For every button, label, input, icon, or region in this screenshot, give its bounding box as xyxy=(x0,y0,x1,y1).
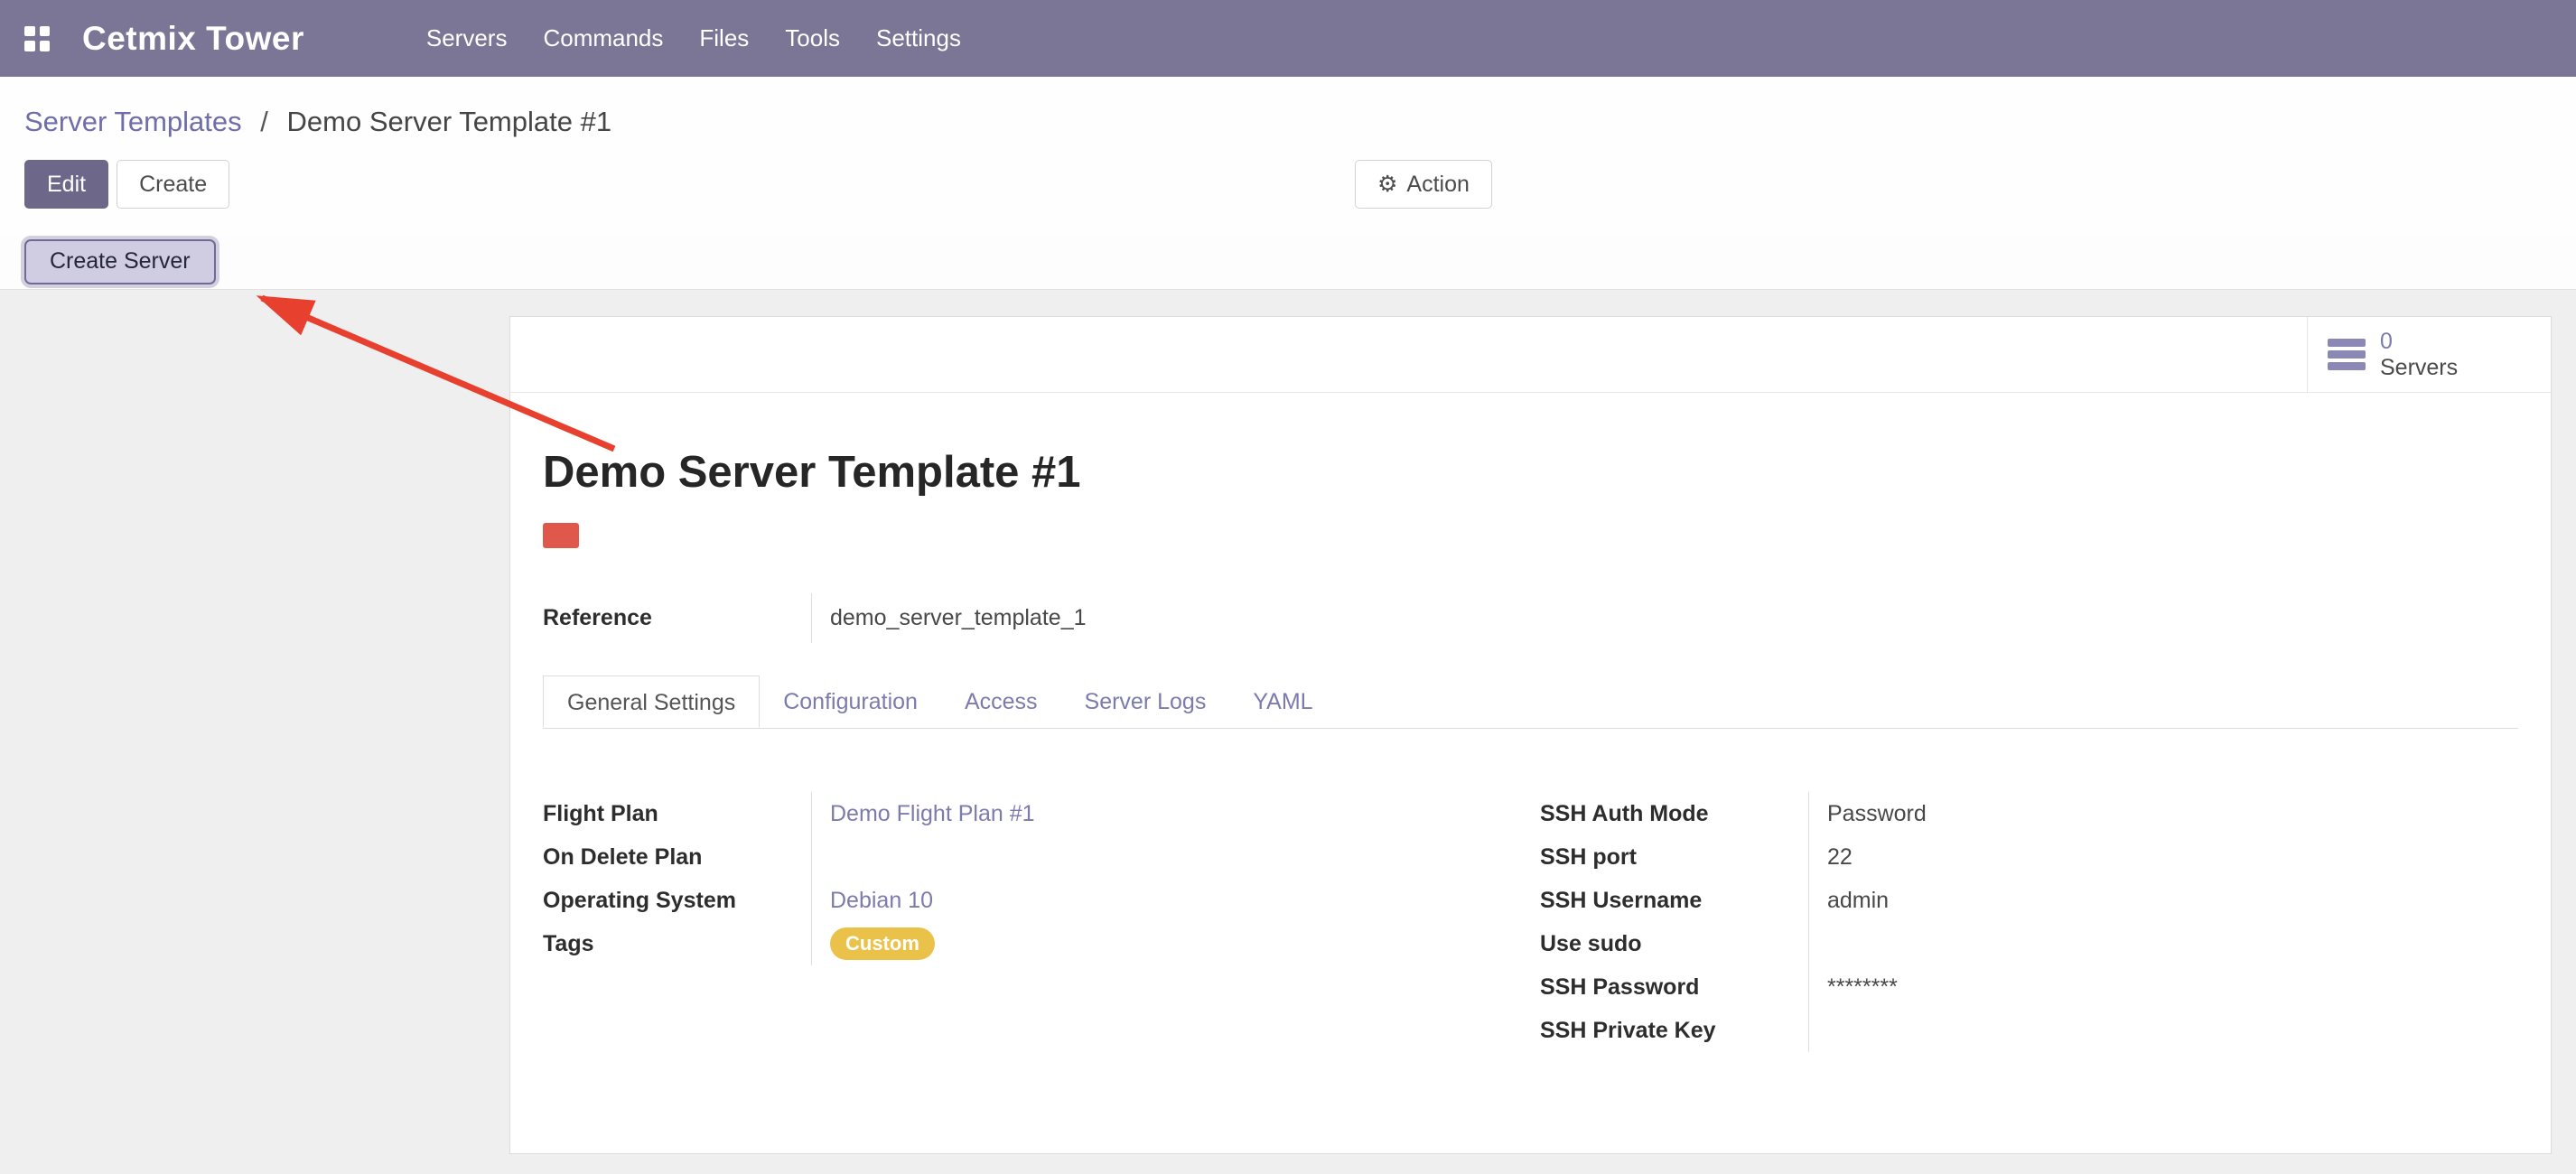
button-row: Edit Create ⚙ Action xyxy=(0,160,2576,209)
notebook-tabs: General Settings Configuration Access Se… xyxy=(543,676,2518,729)
form-sheet: Demo Server Template #1 Reference demo_s… xyxy=(510,447,2551,1052)
ssh-private-key-value[interactable] xyxy=(1808,1009,2518,1052)
control-panel: Server Templates / Demo Server Template … xyxy=(0,77,2576,234)
field-operating-system: Operating System Debian 10 xyxy=(543,879,1504,922)
tab-server-logs[interactable]: Server Logs xyxy=(1061,676,1230,728)
field-label: SSH Private Key xyxy=(1540,1009,1808,1052)
servers-icon xyxy=(2328,339,2366,370)
tab-configuration[interactable]: Configuration xyxy=(760,676,941,728)
form-group-left: Flight Plan Demo Flight Plan #1 On Delet… xyxy=(543,792,1504,1052)
nav-item-commands[interactable]: Commands xyxy=(525,0,681,77)
field-label: Flight Plan xyxy=(543,792,811,835)
field-use-sudo: Use sudo xyxy=(1540,922,2518,965)
reference-row: Reference demo_server_template_1 xyxy=(543,593,2518,643)
field-ssh-private-key: SSH Private Key xyxy=(1540,1009,2518,1052)
tag-badge-custom[interactable]: Custom xyxy=(830,927,935,960)
nav-item-settings[interactable]: Settings xyxy=(858,0,979,77)
top-navbar: Cetmix Tower Servers Commands Files Tool… xyxy=(0,0,2576,77)
grid-square xyxy=(40,41,51,51)
nav-item-tools[interactable]: Tools xyxy=(767,0,858,77)
field-tags: Tags Custom xyxy=(543,922,1504,965)
action-button[interactable]: ⚙ Action xyxy=(1355,160,1492,209)
field-label: SSH port xyxy=(1540,835,1808,879)
ssh-password-value[interactable]: ******** xyxy=(1808,965,2518,1009)
tags-value: Custom xyxy=(811,922,1504,965)
create-server-button[interactable]: Create Server xyxy=(24,239,216,284)
create-button[interactable]: Create xyxy=(117,160,229,209)
tab-yaml[interactable]: YAML xyxy=(1229,676,1336,728)
operating-system-link[interactable]: Debian 10 xyxy=(811,879,1504,922)
field-label: SSH Password xyxy=(1540,965,1808,1009)
apps-grid-icon[interactable] xyxy=(24,26,50,51)
field-on-delete-plan: On Delete Plan xyxy=(543,835,1504,879)
form-fields: Flight Plan Demo Flight Plan #1 On Delet… xyxy=(543,729,2518,1052)
breadcrumb-current: Demo Server Template #1 xyxy=(287,106,612,137)
action-button-label: Action xyxy=(1406,172,1469,198)
grid-square xyxy=(24,41,35,51)
content-area: 0 Servers Demo Server Template #1 Refere… xyxy=(0,290,2576,1154)
field-label: SSH Auth Mode xyxy=(1540,792,1808,835)
nav-item-servers[interactable]: Servers xyxy=(408,0,526,77)
tab-general-settings[interactable]: General Settings xyxy=(543,676,760,728)
on-delete-plan-value[interactable] xyxy=(811,835,1504,879)
color-swatch[interactable] xyxy=(543,523,579,548)
app-brand[interactable]: Cetmix Tower xyxy=(82,20,304,58)
field-label: On Delete Plan xyxy=(543,835,811,879)
ssh-username-value[interactable]: admin xyxy=(1808,879,2518,922)
breadcrumb-link-server-templates[interactable]: Server Templates xyxy=(24,106,242,137)
stat-button-box: 0 Servers xyxy=(510,317,2551,393)
servers-stat-text: 0 Servers xyxy=(2380,329,2458,381)
reference-value: demo_server_template_1 xyxy=(811,593,2518,643)
reference-label: Reference xyxy=(543,593,811,643)
main-menu: Servers Commands Files Tools Settings xyxy=(408,0,979,77)
field-ssh-password: SSH Password ******** xyxy=(1540,965,2518,1009)
use-sudo-value[interactable] xyxy=(1808,922,2518,965)
breadcrumb-separator: / xyxy=(260,106,268,137)
servers-count: 0 xyxy=(2380,329,2458,355)
field-label: Use sudo xyxy=(1540,922,1808,965)
servers-stat-button[interactable]: 0 Servers xyxy=(2307,317,2551,392)
grid-square xyxy=(24,26,35,37)
field-ssh-auth-mode: SSH Auth Mode Password xyxy=(1540,792,2518,835)
edit-button[interactable]: Edit xyxy=(24,160,108,209)
flight-plan-link[interactable]: Demo Flight Plan #1 xyxy=(811,792,1504,835)
ssh-auth-mode-value[interactable]: Password xyxy=(1808,792,2518,835)
field-label: Operating System xyxy=(543,879,811,922)
form-card: 0 Servers Demo Server Template #1 Refere… xyxy=(509,316,2552,1154)
field-label: SSH Username xyxy=(1540,879,1808,922)
statusbar: Create Server xyxy=(0,234,2576,290)
field-label: Tags xyxy=(543,922,811,965)
field-ssh-port: SSH port 22 xyxy=(1540,835,2518,879)
form-group-right: SSH Auth Mode Password SSH port 22 SSH U… xyxy=(1540,792,2518,1052)
gear-icon: ⚙ xyxy=(1377,173,1397,196)
field-flight-plan: Flight Plan Demo Flight Plan #1 xyxy=(543,792,1504,835)
servers-stat-label: Servers xyxy=(2380,355,2458,381)
tab-access[interactable]: Access xyxy=(941,676,1061,728)
grid-square xyxy=(40,26,51,37)
ssh-port-value[interactable]: 22 xyxy=(1808,835,2518,879)
field-ssh-username: SSH Username admin xyxy=(1540,879,2518,922)
nav-item-files[interactable]: Files xyxy=(681,0,767,77)
breadcrumb: Server Templates / Demo Server Template … xyxy=(0,104,2576,140)
record-title: Demo Server Template #1 xyxy=(543,447,2518,498)
